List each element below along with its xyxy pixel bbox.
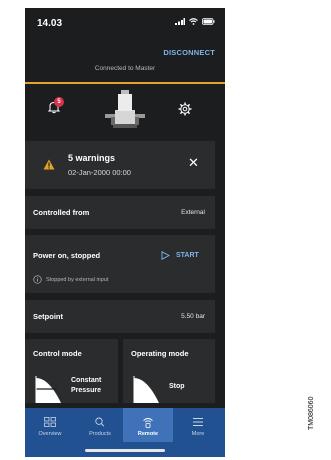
setpoint-value: 5.50 bar <box>181 313 205 320</box>
remote-icon <box>143 418 153 428</box>
connection-divider <box>25 82 225 84</box>
warnings-title: 5 warnings <box>68 153 116 163</box>
tab-more[interactable]: More <box>173 408 225 442</box>
pump-image <box>105 90 145 128</box>
gear-icon[interactable] <box>178 102 192 116</box>
close-icon[interactable]: ✕ <box>188 155 199 171</box>
connection-status: Connected to Master <box>94 65 156 72</box>
menu-icon <box>193 418 203 426</box>
tab-products[interactable]: Products <box>75 408 125 442</box>
grid-icon <box>44 417 56 427</box>
power-card: Power on, stopped START Stopped by exter… <box>25 235 215 293</box>
warnings-card[interactable]: 5 warnings 02-Jan-2000 00:00 ✕ <box>25 141 215 189</box>
controlled-from-card: Controlled from External <box>25 196 215 229</box>
notification-badge: 5 <box>54 97 64 107</box>
setpoint-card[interactable]: Setpoint 5.50 bar <box>25 300 215 333</box>
control-mode-card[interactable]: Control mode Constant Pressure <box>25 339 118 403</box>
play-icon <box>161 251 170 260</box>
disconnect-button[interactable]: DISCONNECT <box>163 48 215 57</box>
setpoint-label: Setpoint <box>33 312 63 321</box>
status-icons <box>175 18 215 25</box>
control-mode-value-line1: Constant <box>71 377 102 384</box>
info-icon <box>33 275 42 284</box>
home-indicator <box>85 449 165 452</box>
wifi-icon <box>189 18 198 25</box>
operating-mode-curve-icon <box>133 376 159 403</box>
tab-remote-label: Remote <box>137 431 159 437</box>
warning-icon <box>43 159 55 170</box>
controlled-from-value: External <box>181 209 205 216</box>
phone-screen: 14.03 DISCONNECT Connected to Master 5 5… <box>25 8 225 457</box>
figure-caption: TM086060 <box>308 396 315 430</box>
controlled-from-label: Controlled from <box>33 208 90 217</box>
status-bar: 14.03 <box>25 8 225 34</box>
control-mode-title: Control mode <box>33 349 82 358</box>
start-button[interactable]: START <box>161 251 199 260</box>
tab-overview[interactable]: Overview <box>25 408 75 442</box>
tab-more-label: More <box>191 431 205 437</box>
signal-icon <box>175 18 185 25</box>
operating-mode-card[interactable]: Operating mode Stop <box>123 339 215 403</box>
start-label: START <box>176 252 199 259</box>
power-status: Power on, stopped <box>33 251 101 260</box>
operating-mode-title: Operating mode <box>131 349 189 358</box>
search-icon <box>95 417 105 427</box>
power-note-text: Stopped by external input <box>46 276 109 283</box>
tab-remote[interactable]: Remote <box>123 408 173 442</box>
operating-mode-value: Stop <box>169 383 185 390</box>
tab-overview-label: Overview <box>38 431 62 437</box>
control-mode-value-line2: Pressure <box>71 387 101 394</box>
status-time: 14.03 <box>37 18 63 29</box>
warnings-date: 02-Jan-2000 00:00 <box>68 168 131 177</box>
tab-products-label: Products <box>89 431 111 437</box>
control-mode-curve-icon <box>35 376 61 403</box>
power-note: Stopped by external input <box>33 275 108 284</box>
battery-icon <box>202 18 215 25</box>
